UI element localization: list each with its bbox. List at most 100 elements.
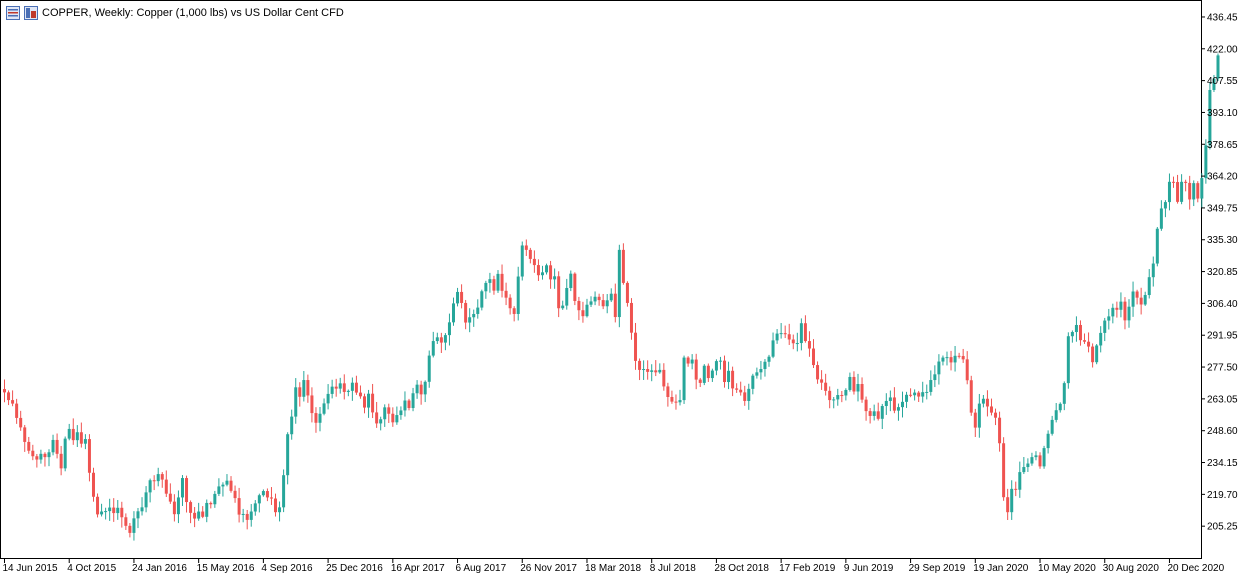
candle-body (1192, 183, 1196, 200)
template-icon[interactable] (24, 6, 38, 20)
candle-body (836, 395, 840, 400)
candle-body (654, 370, 658, 373)
candle-body (828, 390, 832, 401)
candle-body (969, 380, 973, 413)
candle-body (678, 400, 682, 403)
candle-body (553, 276, 557, 280)
candle-body (957, 355, 961, 357)
candle-body (561, 305, 565, 309)
candle-body (884, 400, 888, 407)
indicator-list-icon[interactable] (6, 6, 20, 20)
candle-body (189, 502, 193, 513)
candle-body (427, 355, 431, 382)
candle-body (334, 386, 338, 389)
candle-body (787, 334, 791, 340)
candle-body (816, 365, 820, 380)
candle-body (1167, 181, 1171, 203)
candle-body (577, 300, 581, 311)
candle-body (690, 359, 694, 364)
candle-body (59, 453, 63, 469)
candle-body (1087, 341, 1091, 347)
candle (96, 493, 100, 518)
candle-body (221, 484, 225, 487)
candle-body (1038, 455, 1042, 467)
candle-body (508, 297, 512, 309)
candle-body (763, 361, 767, 370)
candle (63, 436, 67, 472)
candle-body (11, 400, 15, 404)
candle-body (565, 287, 569, 306)
candle-body (294, 387, 298, 417)
candle (91, 467, 95, 502)
y-tick-label: 335.30 (1207, 235, 1238, 246)
candle-body (605, 300, 609, 307)
candle (480, 289, 484, 311)
candle-body (358, 392, 362, 397)
candle-body (176, 497, 180, 515)
candle-body (265, 491, 269, 498)
candle-body (71, 428, 75, 441)
candle-body (783, 333, 787, 335)
candle-body (840, 395, 844, 397)
candle (1042, 445, 1046, 469)
candle-body (274, 498, 278, 513)
candle-body (702, 365, 706, 383)
candle-body (269, 497, 273, 499)
y-tick-label: 219.70 (1207, 490, 1238, 501)
candle-body (51, 439, 55, 453)
candle-body (1127, 306, 1131, 321)
candle-body (1216, 55, 1220, 79)
candle-body (39, 453, 43, 460)
candle-body (500, 273, 504, 291)
candle-body (233, 490, 237, 499)
candle-body (1107, 316, 1111, 321)
candle-body (905, 394, 909, 402)
candle-body (132, 518, 136, 533)
y-tick-label: 277.50 (1207, 363, 1238, 374)
candle-body (152, 480, 156, 482)
candle (682, 355, 686, 404)
candle-body (710, 370, 714, 379)
candle-body (431, 341, 435, 356)
price-axis: 205.25 219.70 234.15 248.60 263.05 277.50 291.… (1201, 12, 1238, 533)
candle-body (880, 406, 884, 419)
candle-body (1200, 178, 1204, 199)
candle (625, 281, 629, 307)
candle-body (229, 480, 233, 491)
candle-body (953, 355, 957, 363)
candle-body (900, 401, 904, 408)
candle-body (743, 392, 747, 401)
candle-body (79, 432, 83, 444)
candle-body (43, 453, 47, 458)
candle (702, 364, 706, 386)
candle-body (1180, 181, 1184, 202)
candle-body (371, 393, 375, 413)
candle-body (949, 357, 953, 363)
candle-body (965, 359, 969, 381)
candle (282, 469, 286, 513)
candle-body (803, 323, 807, 342)
candle-body (120, 507, 124, 518)
candle-body (601, 300, 605, 307)
candle-body (1147, 277, 1151, 296)
candle-body (383, 407, 387, 420)
candle-body (342, 383, 346, 392)
candle-body (767, 356, 771, 362)
candle-body (714, 361, 718, 371)
y-tick-label: 407.55 (1207, 76, 1238, 87)
candle-body (929, 380, 933, 392)
candle-body (464, 302, 468, 323)
candle-body (476, 307, 480, 314)
candle-body (824, 382, 828, 391)
candle-body (435, 337, 439, 342)
candle (969, 375, 973, 416)
y-tick-label: 234.15 (1207, 458, 1238, 469)
candle-body (1119, 301, 1123, 310)
candle-body (1176, 182, 1180, 202)
x-tick-label: 20 Dec 2020 (1167, 563, 1224, 574)
candle-body (488, 279, 492, 283)
candle-body (549, 265, 553, 280)
candle-body (1066, 336, 1070, 384)
candle-body (379, 419, 383, 424)
candle-body (512, 308, 516, 314)
